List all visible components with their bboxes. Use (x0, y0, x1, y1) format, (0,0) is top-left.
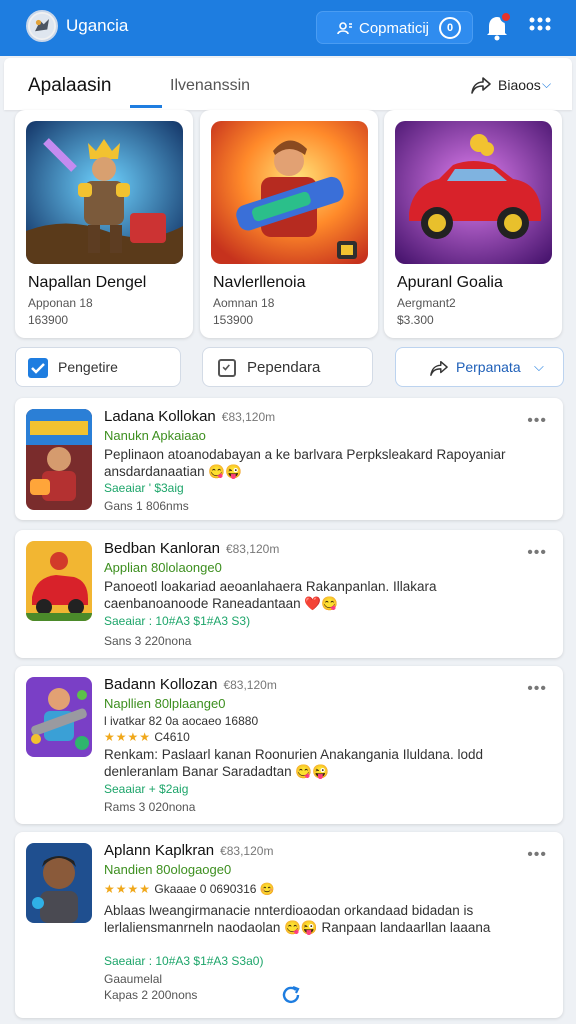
card-price: 163900 (28, 313, 69, 327)
card-subtitle: Aomnan 18 (213, 296, 275, 310)
checkbox-icon (218, 359, 236, 377)
item-price: Seaaiar + $2aig (104, 782, 189, 796)
item-meta: Rams 3 020nona (104, 800, 196, 814)
card-title: Apuranl Goalia (397, 274, 503, 291)
featured-card[interactable]: Apuranl Goalia Aergmant2 $3.300 (384, 110, 562, 338)
chevron-down-icon: ⌵ (534, 359, 544, 374)
item-meta: Kapas 2 200nons (104, 988, 198, 1002)
search-pill[interactable]: Copmaticij 0 (316, 11, 473, 44)
item-subtitle: Nanukn Apkaiaao (104, 428, 206, 443)
item-description: Renkam: Paslaarl kanan Roonurien Anakang… (104, 747, 484, 779)
featured-card[interactable]: Navlerllenoia Aomnan 18 153900 (200, 110, 378, 338)
top-app-bar: Ugancia Copmaticij 0 (0, 0, 576, 56)
tab-inactive[interactable]: Ilvenanssin (170, 77, 250, 95)
item-description: Peplinaon atoanodabayan a ke barlvara Pe… (104, 447, 506, 479)
filter-chip-checked[interactable]: Pengetire (15, 347, 181, 387)
card-price: 153900 (213, 313, 254, 327)
list-item[interactable]: Bedban Kanloran €83,120m Applian 80lolaon… (15, 530, 563, 658)
item-title: Ladana Kollokan €83,120m (104, 408, 276, 425)
checkbox-checked-icon (28, 358, 48, 378)
item-subtitle: Napllien 80lplaange0 (104, 696, 226, 711)
featured-card[interactable]: Napallan Dengel Apponan 18 163900 (15, 110, 193, 338)
item-subtitle: Nandien 80ologaoge0 (104, 862, 232, 877)
item-title: Bedban Kanloran €83,120m (104, 540, 280, 557)
search-pill-label: Copmaticij (359, 20, 430, 37)
item-time: €83,120m (221, 410, 276, 424)
item-rating: ★★★★ C4610 (104, 730, 190, 744)
more-options-icon[interactable]: ••• (527, 412, 547, 430)
game-thumbnail-icon (26, 843, 92, 923)
item-price: Saeaiar : 10#A3 $1#A3 S3a0) (104, 954, 264, 968)
more-options-icon[interactable]: ••• (527, 846, 547, 864)
list-item[interactable]: Ladana Kollokan €83,120m Nanukn Apkaiaao … (15, 398, 563, 520)
item-time: €83,120m (220, 844, 274, 858)
app-logo[interactable] (26, 10, 58, 42)
card-subtitle: Apponan 18 (28, 296, 93, 310)
item-title: Badann Kollozan €83,120m (104, 676, 277, 693)
game-thumbnail-icon (26, 409, 92, 510)
red-car-art-icon (395, 121, 552, 264)
grid-menu-icon[interactable] (528, 16, 552, 40)
warrior-art-icon (26, 121, 183, 264)
card-title: Navlerllenoia (213, 274, 306, 291)
game-thumbnail-icon (26, 541, 92, 621)
card-title: Napallan Dengel (28, 274, 147, 291)
active-tab-indicator (130, 105, 162, 108)
item-description: Panoeotl loakariad aeoanlahaera Rakanpan… (104, 579, 437, 611)
item-time: €83,120m (223, 678, 277, 692)
item-meta: Sans 3 220nona (104, 634, 192, 648)
item-meta: Gaaumelal (104, 972, 163, 986)
star-rating-icon: ★★★★ (104, 730, 152, 744)
filter-dropdown[interactable]: Perpanata ⌵ (395, 347, 564, 387)
notification-dot (500, 11, 512, 23)
refresh-icon[interactable] (281, 984, 301, 1004)
people-search-icon (337, 22, 352, 35)
chip-label: Perpanata (456, 359, 521, 375)
more-options-icon[interactable]: ••• (527, 544, 547, 562)
item-description: Ablaas lweangirmanacie nnterdioaodan ork… (104, 903, 491, 935)
item-time: €83,120m (225, 542, 280, 556)
more-options-icon[interactable]: ••• (527, 680, 547, 698)
item-subtitle: Applian 80lolaonge0 (104, 560, 222, 575)
item-title: Aplann Kaplkran €83,120m (104, 842, 274, 859)
chip-label: Pengetire (58, 359, 118, 375)
star-rating-icon: ★★★★ (104, 882, 152, 896)
pill-badge: 0 (439, 17, 461, 39)
chip-label: Pependara (247, 359, 321, 376)
filter-chip[interactable]: Pependara (202, 347, 373, 387)
chevron-down-icon[interactable]: ⌵ (542, 77, 551, 92)
tab-active[interactable]: Apalaasin (28, 75, 111, 97)
item-rating-line: l ivatkar 82 0a aocaeo 16880 (104, 714, 259, 728)
game-thumbnail-icon (26, 677, 92, 757)
share-icon (430, 360, 448, 376)
list-item[interactable]: Badann Kollozan €83,120m Napllien 80lplaa… (15, 666, 563, 824)
tab-bar: Apalaasin Ilvenanssin Biaoos ⌵ (4, 58, 572, 110)
item-meta: Gans 1 806nms (104, 499, 189, 513)
card-subtitle: Aergmant2 (397, 296, 456, 310)
app-title: Ugancia (66, 16, 129, 35)
share-icon[interactable] (470, 75, 492, 95)
item-rating: ★★★★ Gkaaae 0 0690316 😊 (104, 882, 275, 896)
card-price: $3.300 (397, 313, 434, 327)
gunner-art-icon (211, 121, 368, 264)
item-price: Saeaiar ' $3aig (104, 481, 184, 495)
share-label[interactable]: Biaoos (498, 77, 541, 93)
item-price: Saeaiar : 10#A3 $1#A3 S3) (104, 614, 251, 628)
